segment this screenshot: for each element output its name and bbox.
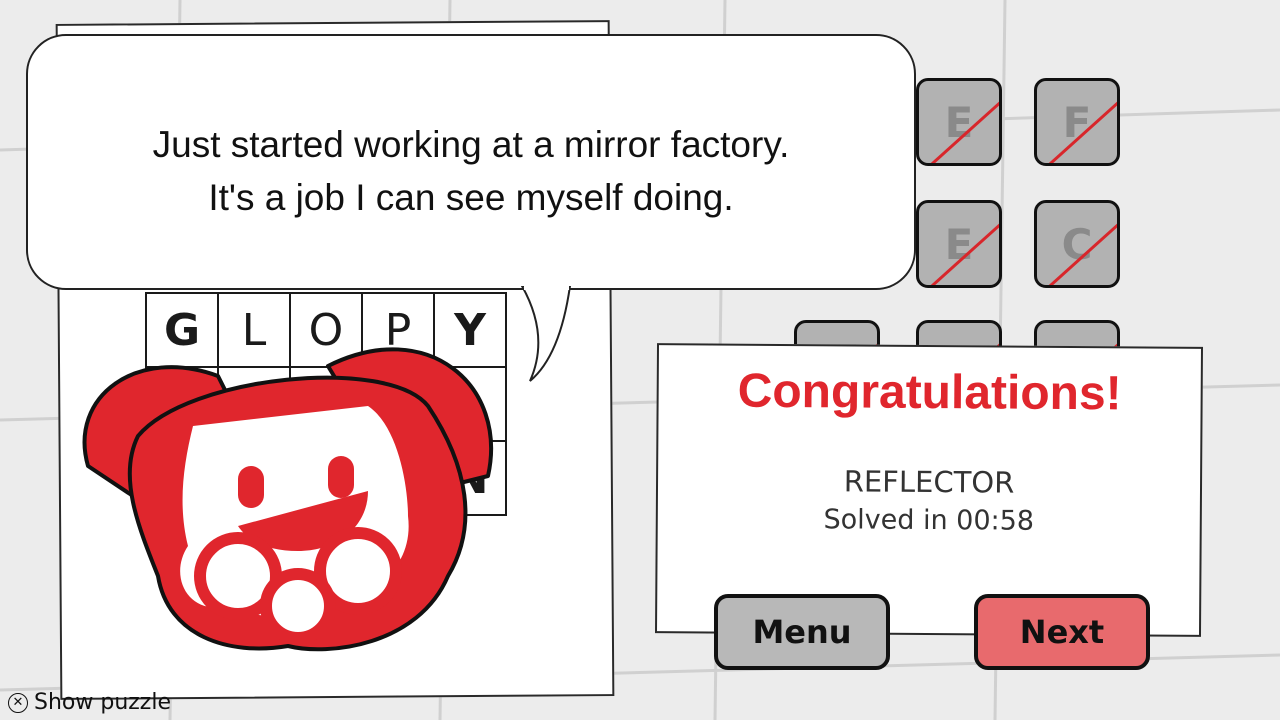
speech-bubble-tail <box>520 286 572 382</box>
letter-tile-used: E <box>916 200 1002 288</box>
letter-tile-used: F <box>1034 78 1120 166</box>
letter-tile-used: C <box>1034 200 1120 288</box>
x-button-icon: ✕ <box>8 692 28 713</box>
next-button[interactable]: Next <box>974 594 1150 670</box>
tile-letter: C <box>1061 219 1093 269</box>
dog-mascot-icon <box>82 347 494 652</box>
solve-time: Solved in 00:58 <box>823 504 1035 537</box>
tile-letter: E <box>944 97 974 147</box>
congratulations-title: Congratulations! <box>737 364 1122 421</box>
show-puzzle-label: Show puzzle <box>34 690 172 715</box>
speech-bubble: Just started working at a mirror factory… <box>26 34 916 290</box>
tile-letter: E <box>944 219 974 269</box>
tile-letter: F <box>1062 97 1092 147</box>
speech-line-1: Just started working at a mirror factory… <box>152 124 790 165</box>
speech-line-2: It's a job I can see myself doing. <box>208 177 734 218</box>
show-puzzle-hint[interactable]: ✕ Show puzzle <box>8 690 171 715</box>
letter-tile-used: E <box>916 78 1002 166</box>
results-panel: Congratulations! REFLECTOR Solved in 00:… <box>654 343 1204 637</box>
speech-text: Just started working at a mirror factory… <box>28 118 914 224</box>
solved-word: REFLECTOR <box>843 464 1015 500</box>
menu-button[interactable]: Menu <box>714 594 890 670</box>
